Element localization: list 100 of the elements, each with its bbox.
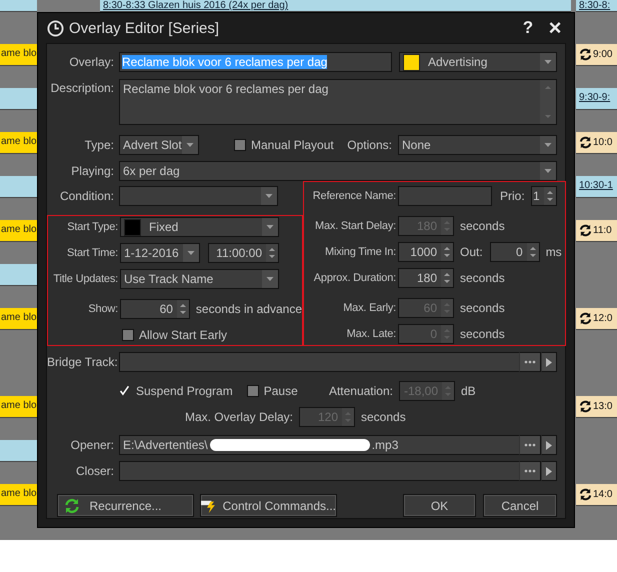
field-label: Show: (87, 303, 118, 315)
cycle-arrows-icon (579, 312, 592, 325)
ok-button[interactable]: OK (403, 494, 476, 517)
play-icon (546, 440, 552, 450)
schedule-item[interactable]: 13:0 (576, 396, 617, 418)
schedule-item[interactable] (0, 88, 37, 110)
ellipsis-icon (524, 443, 536, 447)
schedule-item[interactable]: ame blo (0, 308, 37, 330)
clock-icon (47, 20, 64, 36)
browse-button[interactable] (519, 352, 541, 372)
unit-label: seconds (460, 327, 505, 341)
number-spinner[interactable]: 0 (490, 242, 540, 262)
schedule-item[interactable]: 9:30-9: (576, 88, 617, 110)
description-field[interactable]: Reclame blok voor 6 reclames per dag (119, 79, 557, 125)
schedule-item[interactable]: 8:30-8:33 Glazen huis 2016 (24x per dag) (100, 0, 571, 12)
schedule-item[interactable]: 14:0 (576, 484, 617, 506)
dropdown[interactable]: None (398, 135, 557, 155)
spin-arrows-icon (526, 243, 539, 261)
play-button[interactable] (541, 352, 557, 372)
play-button[interactable] (541, 435, 557, 455)
unit-label: ms (546, 245, 562, 259)
scrollbar[interactable] (540, 80, 556, 124)
schedule-item[interactable]: 8:30-8: (576, 0, 617, 12)
field-label: Closer: (74, 464, 114, 478)
number-spinner[interactable]: 1000 (398, 242, 454, 262)
spin-arrows-icon (441, 243, 453, 261)
field-label: Start Time: (66, 247, 118, 259)
recurrence-button[interactable]: Recurrence... (57, 494, 194, 517)
field-label: Approx. Duration: (312, 272, 396, 284)
dropdown[interactable]: Fixed (120, 217, 279, 237)
schedule-item[interactable]: ame blo (0, 396, 37, 418)
play-icon (546, 466, 552, 476)
spin-arrows-icon (176, 300, 189, 318)
schedule-item[interactable] (0, 264, 37, 286)
close-button[interactable]: × (544, 18, 566, 38)
dropdown[interactable]: 6x per dag (119, 161, 557, 181)
checkbox-label: Pause (264, 384, 298, 398)
cycle-arrows-icon (579, 400, 592, 413)
unit-label: seconds (460, 301, 505, 315)
cycle-arrows-icon (579, 136, 592, 149)
schedule-item[interactable]: 9:00 (576, 44, 617, 66)
field-label: Start Type: (66, 221, 118, 233)
checkbox[interactable] (122, 329, 134, 341)
schedule-item[interactable]: ame blo (0, 484, 37, 506)
schedule-item[interactable]: ame blo (0, 220, 37, 242)
field-label: Opener: (70, 438, 114, 452)
spin-arrows-icon (442, 382, 454, 400)
browse-button[interactable] (519, 435, 541, 455)
schedule-item[interactable]: ame blo (0, 132, 37, 154)
checkbox-label: Allow Start Early (139, 328, 228, 342)
field-label: Out: (460, 245, 483, 259)
file-path-field[interactable] (119, 352, 519, 372)
field-label: Prio: (500, 189, 525, 203)
checkbox[interactable] (234, 139, 246, 151)
checkbox-label: Suspend Program (136, 384, 233, 398)
schedule-item[interactable]: 10:0 (576, 132, 617, 154)
ellipsis-icon (524, 469, 536, 473)
window-title: Overlay Editor [Series] (69, 20, 220, 36)
schedule-item[interactable] (0, 176, 37, 198)
reference-name-field[interactable] (398, 186, 492, 206)
cycle-arrows-icon (579, 488, 592, 501)
cancel-button[interactable]: Cancel (483, 494, 557, 517)
unit-label: seconds (361, 410, 406, 424)
spin-arrows-icon (441, 299, 453, 317)
dropdown[interactable]: 1-12-2016 (120, 243, 200, 263)
control-commands-button[interactable]: Control Commands... (200, 494, 337, 517)
schedule-item[interactable]: ame blo (0, 44, 37, 66)
spin-arrows-icon (266, 244, 278, 262)
dropdown[interactable]: Advertising (399, 52, 557, 72)
checkbox[interactable] (246, 385, 259, 397)
schedule-item[interactable]: 12:0 (576, 308, 617, 330)
file-path-field[interactable] (119, 461, 519, 481)
ellipsis-icon (524, 360, 536, 364)
spin-arrows-icon (544, 187, 556, 205)
field-label: Type: (84, 138, 114, 152)
schedule-item[interactable] (0, 440, 37, 462)
unit-label: seconds in advance (196, 302, 302, 316)
field-label: Overlay: (68, 55, 114, 69)
schedule-item[interactable] (0, 0, 37, 12)
field-label: Playing: (70, 164, 114, 178)
number-spinner[interactable]: 60 (120, 299, 190, 319)
field-label: Options: (347, 138, 392, 152)
dropdown[interactable]: Use Track Name (120, 269, 279, 289)
field-label: Reference Name: (312, 190, 396, 202)
number-spinner[interactable]: 1 (530, 186, 557, 206)
unit-label: seconds (460, 271, 505, 285)
field-label: Max. Early: (342, 302, 396, 314)
browse-button[interactable] (519, 461, 541, 481)
number-spinner[interactable]: 180 (398, 268, 454, 288)
number-spinner[interactable]: 11:00:00 (208, 243, 279, 263)
spin-arrows-icon (342, 408, 354, 426)
schedule-item[interactable]: 10:30-1 (576, 176, 617, 198)
help-button[interactable]: ? (517, 18, 539, 38)
spin-arrows-icon (441, 217, 453, 235)
dropdown[interactable]: Advert Slot (119, 135, 199, 155)
spin-arrows-icon (441, 325, 453, 343)
play-button[interactable] (541, 461, 557, 481)
file-path-field[interactable]: E:\Advertenties\ .mp3 (119, 435, 519, 455)
schedule-item[interactable]: 11:0 (576, 220, 617, 242)
unit-label: dB (461, 384, 476, 398)
